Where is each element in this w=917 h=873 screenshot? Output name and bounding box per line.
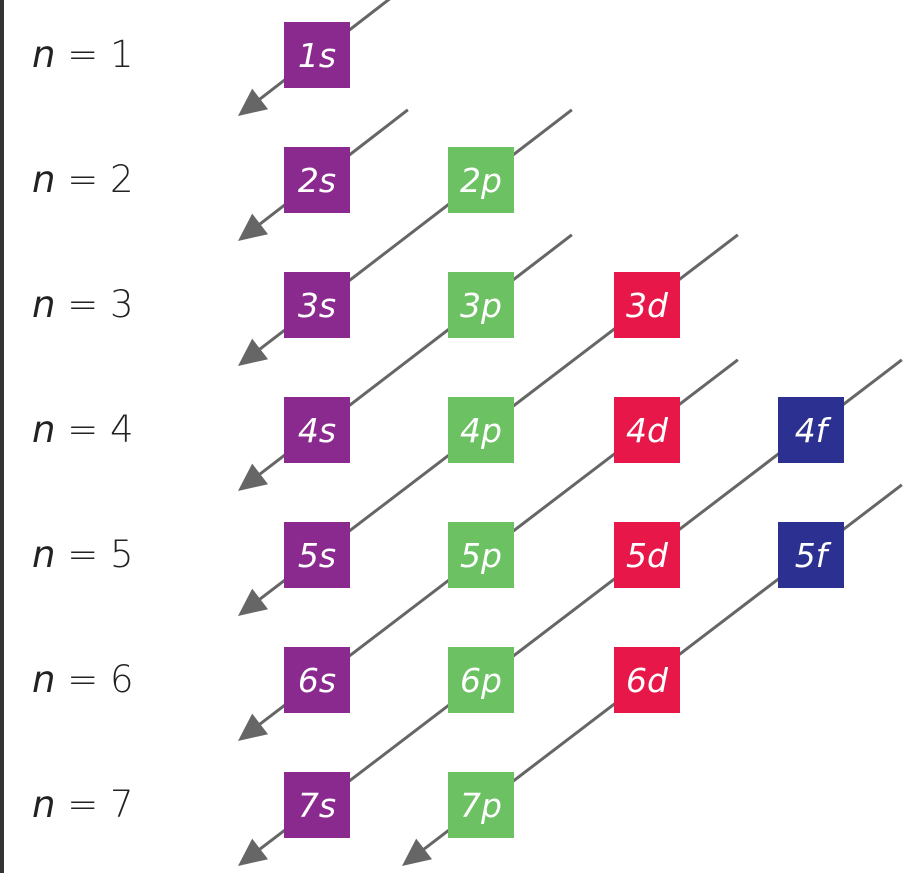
orbital-2p: 2p [448,147,514,213]
shell-number: = 7 [55,783,134,826]
shell-number: = 5 [55,533,134,576]
arrowhead-icon [238,463,269,491]
shell-variable: n [32,533,56,576]
orbital-4f: 4f [778,397,844,463]
shell-label: n = 6 [32,660,134,700]
shell-number: = 2 [55,158,134,201]
shell-label: n = 2 [32,160,134,200]
orbital-5f: 5f [778,522,844,588]
arrowhead-icon [238,213,269,241]
arrowhead-icon [238,713,269,741]
arrowhead-icon [238,88,269,116]
orbital-3d: 3d [614,272,680,338]
shell-variable: n [32,283,56,326]
arrowhead-icon [238,338,269,366]
shell-label: n = 1 [32,35,134,75]
orbital-4d: 4d [614,397,680,463]
shell-variable: n [32,658,56,701]
orbital-5d: 5d [614,522,680,588]
orbital-4s: 4s [284,397,350,463]
orbital-7p: 7p [448,772,514,838]
shell-variable: n [32,158,56,201]
shell-variable: n [32,33,56,76]
arrowhead-icon [238,588,269,616]
shell-number: = 3 [55,283,134,326]
shell-variable: n [32,783,56,826]
orbital-7s: 7s [284,772,350,838]
shell-label: n = 4 [32,410,134,450]
orbital-4p: 4p [448,397,514,463]
shell-number: = 1 [55,33,134,76]
orbital-6s: 6s [284,647,350,713]
arrowhead-icon [238,838,269,866]
shell-number: = 4 [55,408,134,451]
shell-variable: n [32,408,56,451]
shell-label: n = 5 [32,535,134,575]
orbital-3p: 3p [448,272,514,338]
orbital-5s: 5s [284,522,350,588]
shell-label: n = 7 [32,785,134,825]
shell-number: = 6 [55,658,134,701]
shell-label: n = 3 [32,285,134,325]
orbital-2s: 2s [284,147,350,213]
orbital-6d: 6d [614,647,680,713]
arrowhead-icon [402,838,433,866]
orbital-6p: 6p [448,647,514,713]
orbital-3s: 3s [284,272,350,338]
orbital-1s: 1s [284,22,350,88]
orbital-5p: 5p [448,522,514,588]
